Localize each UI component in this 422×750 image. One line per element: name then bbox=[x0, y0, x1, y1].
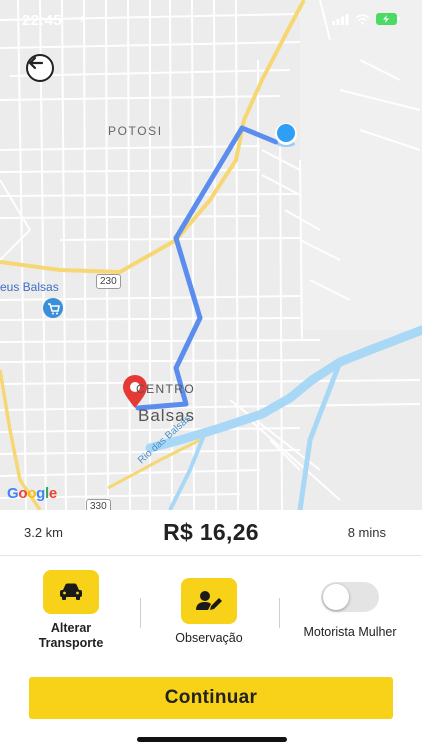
female-driver-label: Motorista Mulher bbox=[303, 625, 397, 639]
status-bar: 22:45 bbox=[0, 0, 422, 40]
road-badge: 330 bbox=[86, 499, 111, 510]
home-indicator bbox=[137, 737, 287, 742]
notes-icon-box[interactable] bbox=[181, 578, 237, 624]
location-arrow-icon bbox=[77, 15, 85, 23]
continue-button[interactable]: Continuar bbox=[29, 677, 393, 719]
trip-summary: 3.2 km R$ 16,26 8 mins bbox=[0, 510, 422, 556]
change-transport-icon-box[interactable] bbox=[43, 570, 99, 614]
female-driver-toggle[interactable] bbox=[321, 582, 379, 612]
female-driver-option: Motorista Mulher bbox=[286, 582, 414, 640]
user-edit-icon bbox=[196, 591, 222, 610]
signal-icon bbox=[332, 13, 349, 25]
trip-duration: 8 mins bbox=[347, 525, 386, 540]
google-logo: Google bbox=[7, 485, 57, 502]
notes-label: Observação bbox=[175, 631, 243, 645]
road-badge: 230 bbox=[96, 274, 121, 289]
back-button[interactable] bbox=[26, 54, 54, 82]
notes-button[interactable]: Observação bbox=[160, 578, 258, 646]
toggle-knob bbox=[323, 584, 349, 610]
options-divider bbox=[140, 598, 141, 628]
poi-icon bbox=[43, 298, 63, 318]
district-label-potosi: POTOSI bbox=[108, 124, 163, 138]
map-view[interactable]: POTOSI CENTRO Balsas eus Balsas Rio das … bbox=[0, 0, 422, 510]
change-transport-label: Alterar Transporte bbox=[38, 621, 104, 650]
ride-options: Alterar Transporte Observação Motorista … bbox=[0, 556, 422, 662]
status-icons bbox=[332, 13, 400, 25]
arrow-left-icon bbox=[28, 56, 44, 70]
battery-icon bbox=[376, 13, 400, 25]
district-label-centro: CENTRO bbox=[136, 382, 196, 396]
car-icon bbox=[60, 583, 82, 600]
wifi-icon bbox=[355, 13, 370, 25]
change-transport-button[interactable]: Alterar Transporte bbox=[27, 570, 115, 651]
poi-label: eus Balsas bbox=[0, 280, 59, 294]
status-time: 22:45 bbox=[22, 12, 62, 29]
options-divider bbox=[279, 598, 280, 628]
current-location-icon bbox=[275, 123, 297, 147]
map-canvas bbox=[0, 0, 422, 510]
